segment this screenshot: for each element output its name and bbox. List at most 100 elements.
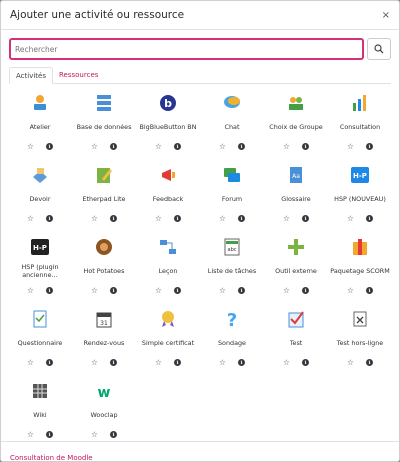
activity-item[interactable]: Questionnaire ☆ i xyxy=(9,305,71,375)
info-icon[interactable]: i xyxy=(46,143,54,150)
star-icon[interactable]: ☆ xyxy=(27,358,34,367)
star-icon[interactable]: ☆ xyxy=(27,214,34,223)
star-icon[interactable]: ☆ xyxy=(283,214,290,223)
add-activity-modal: Ajouter une activité ou ressource × Acti… xyxy=(0,0,400,462)
activity-item[interactable]: Feedback ☆ i xyxy=(137,161,199,231)
star-icon[interactable]: ☆ xyxy=(219,214,226,223)
info-icon[interactable]: i xyxy=(110,143,118,150)
activity-item[interactable]: H-P HSP (NOUVEAU) ☆ i xyxy=(329,161,391,231)
star-icon[interactable]: ☆ xyxy=(155,214,162,223)
activity-item[interactable]: abc Liste de tâches ☆ i xyxy=(201,233,263,303)
info-icon[interactable]: i xyxy=(366,359,374,366)
info-icon[interactable]: i xyxy=(174,359,182,366)
tab-resources[interactable]: Ressources xyxy=(53,67,104,84)
star-icon[interactable]: ☆ xyxy=(155,358,162,367)
bigbluebutton-icon: b xyxy=(158,93,178,113)
star-icon[interactable]: ☆ xyxy=(27,430,34,439)
activity-item[interactable]: w Wooclap ☆ i xyxy=(73,377,135,447)
activity-label: Liste de tâches xyxy=(207,266,257,275)
info-icon[interactable]: i xyxy=(110,287,118,294)
activity-label: Test xyxy=(289,338,303,347)
info-icon[interactable]: i xyxy=(366,215,374,222)
close-icon[interactable]: × xyxy=(382,10,390,21)
activity-label: Devoir xyxy=(29,194,51,203)
activity-item[interactable]: Chat ☆ i xyxy=(201,89,263,159)
tab-activities[interactable]: Activités xyxy=(9,67,53,84)
info-icon[interactable]: i xyxy=(238,287,246,294)
activity-item[interactable]: Test hors-ligne ☆ i xyxy=(329,305,391,375)
activity-item[interactable]: Atelier ☆ i xyxy=(9,89,71,159)
star-icon[interactable]: ☆ xyxy=(347,286,354,295)
info-icon[interactable]: i xyxy=(302,287,310,294)
star-icon[interactable]: ☆ xyxy=(91,142,98,151)
star-icon[interactable]: ☆ xyxy=(283,142,290,151)
activity-item[interactable]: Wiki ☆ i xyxy=(9,377,71,447)
activity-actions: ☆ i xyxy=(219,358,246,367)
info-icon[interactable]: i xyxy=(302,143,310,150)
info-icon[interactable]: i xyxy=(110,431,118,438)
etherpad-icon xyxy=(94,165,114,185)
info-icon[interactable]: i xyxy=(174,215,182,222)
activity-item[interactable]: Choix de Groupe ☆ i xyxy=(265,89,327,159)
activity-item[interactable]: Paquetage SCORM ☆ i xyxy=(329,233,391,303)
activity-item[interactable]: Test ☆ i xyxy=(265,305,327,375)
info-icon[interactable]: i xyxy=(238,215,246,222)
activity-item[interactable]: Leçon ☆ i xyxy=(137,233,199,303)
info-icon[interactable]: i xyxy=(366,143,374,150)
activity-item[interactable]: Hot Potatoes ☆ i xyxy=(73,233,135,303)
star-icon[interactable]: ☆ xyxy=(219,142,226,151)
star-icon[interactable]: ☆ xyxy=(347,142,354,151)
info-icon[interactable]: i xyxy=(110,359,118,366)
star-icon[interactable]: ☆ xyxy=(219,286,226,295)
info-icon[interactable]: i xyxy=(46,215,54,222)
info-icon[interactable]: i xyxy=(174,287,182,294)
info-icon[interactable]: i xyxy=(302,359,310,366)
info-icon[interactable]: i xyxy=(46,431,54,438)
activity-item[interactable]: Aa Glossaire ☆ i xyxy=(265,161,327,231)
activity-item[interactable]: Simple certificat ☆ i xyxy=(137,305,199,375)
activity-actions: ☆ i xyxy=(91,358,118,367)
star-icon[interactable]: ☆ xyxy=(283,286,290,295)
activity-actions: ☆ i xyxy=(27,358,54,367)
info-icon[interactable]: i xyxy=(302,215,310,222)
activity-item[interactable]: Etherpad Lite ☆ i xyxy=(73,161,135,231)
svg-text:H-P: H-P xyxy=(33,244,47,252)
activity-item[interactable]: Forum ☆ i xyxy=(201,161,263,231)
star-icon[interactable]: ☆ xyxy=(91,286,98,295)
star-icon[interactable]: ☆ xyxy=(347,358,354,367)
star-icon[interactable]: ☆ xyxy=(347,214,354,223)
activity-item[interactable]: Devoir ☆ i xyxy=(9,161,71,231)
activity-item[interactable]: Outil externe ☆ i xyxy=(265,233,327,303)
activity-item[interactable]: 31 Rendez-vous ☆ i xyxy=(73,305,135,375)
info-icon[interactable]: i xyxy=(46,287,54,294)
info-icon[interactable]: i xyxy=(366,287,374,294)
info-icon[interactable]: i xyxy=(110,215,118,222)
activity-item[interactable]: Consultation ☆ i xyxy=(329,89,391,159)
info-icon[interactable]: i xyxy=(238,143,246,150)
star-icon[interactable]: ☆ xyxy=(155,142,162,151)
glossary-icon: Aa xyxy=(286,165,306,185)
activity-item[interactable]: b BigBlueButton BN ☆ i xyxy=(137,89,199,159)
star-icon[interactable]: ☆ xyxy=(27,142,34,151)
modal-title: Ajouter une activité ou ressource xyxy=(10,9,185,21)
search-button[interactable] xyxy=(367,38,391,60)
info-icon[interactable]: i xyxy=(238,359,246,366)
star-icon[interactable]: ☆ xyxy=(283,358,290,367)
search-input[interactable] xyxy=(9,38,364,60)
activity-actions: ☆ i xyxy=(283,286,310,295)
star-icon[interactable]: ☆ xyxy=(91,214,98,223)
activity-actions: ☆ i xyxy=(27,142,54,151)
checklist-icon: abc xyxy=(222,237,242,257)
star-icon[interactable]: ☆ xyxy=(27,286,34,295)
activity-item[interactable]: ? Sondage ☆ i xyxy=(201,305,263,375)
info-icon[interactable]: i xyxy=(46,359,54,366)
info-icon[interactable]: i xyxy=(174,143,182,150)
activity-item[interactable]: H-P HSP (plugin ancienne… ☆ i xyxy=(9,233,71,303)
star-icon[interactable]: ☆ xyxy=(91,430,98,439)
activity-actions: ☆ i xyxy=(91,286,118,295)
star-icon[interactable]: ☆ xyxy=(219,358,226,367)
activity-item[interactable]: Base de données ☆ i xyxy=(73,89,135,159)
footer-link[interactable]: Consultation de Moodle xyxy=(10,454,93,461)
star-icon[interactable]: ☆ xyxy=(91,358,98,367)
star-icon[interactable]: ☆ xyxy=(155,286,162,295)
